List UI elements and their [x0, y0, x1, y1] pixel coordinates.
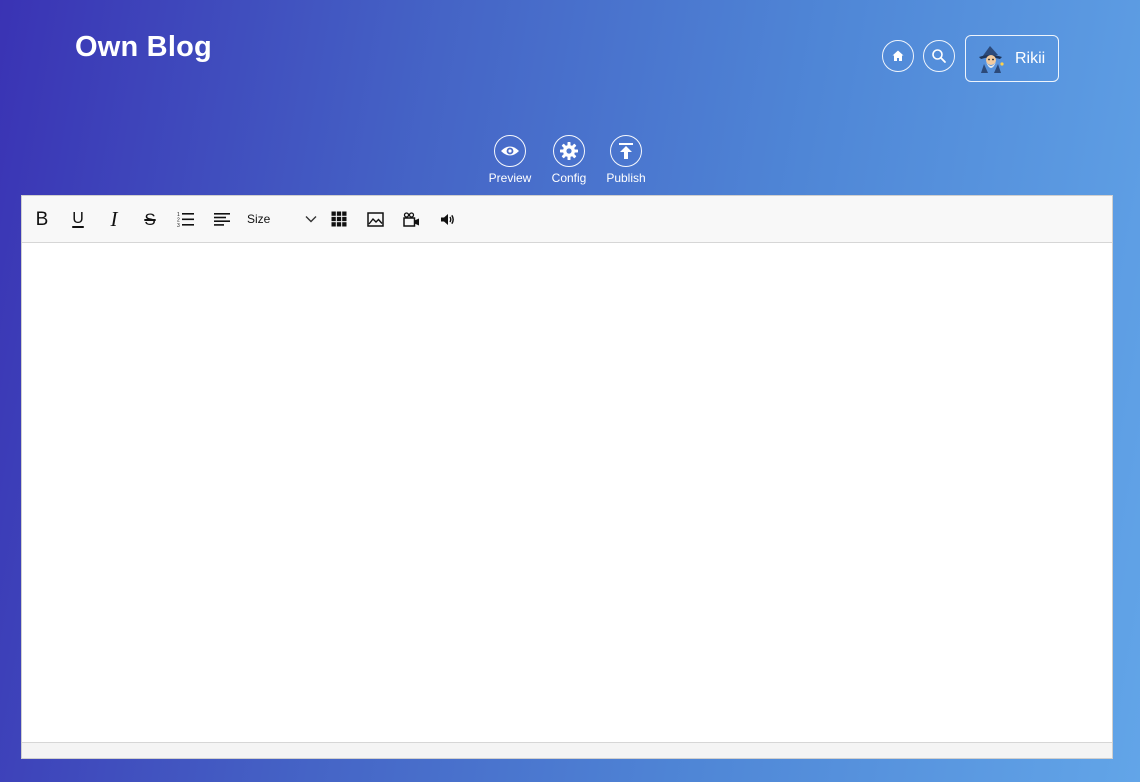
- preview-label: Preview: [488, 171, 532, 185]
- search-button[interactable]: [923, 40, 955, 72]
- underline-icon: U: [72, 210, 84, 227]
- publish-button[interactable]: Publish: [604, 135, 648, 185]
- ordered-list-button[interactable]: 1 2 3: [174, 207, 198, 231]
- wizard-avatar-icon: [979, 45, 1004, 73]
- editor-toolbar: B U I S 1 2 3 Size: [22, 196, 1112, 243]
- font-size-select[interactable]: Size: [247, 207, 317, 231]
- image-icon: [366, 211, 384, 227]
- video-icon: [402, 211, 419, 227]
- bold-button[interactable]: B: [30, 207, 54, 231]
- align-left-button[interactable]: [210, 207, 234, 231]
- editor-statusbar: [22, 742, 1112, 758]
- home-icon: [892, 50, 904, 61]
- gear-icon: [560, 142, 578, 160]
- publish-icon-ring: [610, 135, 642, 167]
- preview-icon-ring: [494, 135, 526, 167]
- publish-label: Publish: [606, 171, 646, 185]
- config-label: Config: [551, 171, 587, 185]
- font-size-value: Size: [247, 212, 271, 226]
- italic-button[interactable]: I: [102, 207, 126, 231]
- insert-video-button[interactable]: [399, 207, 423, 231]
- user-menu-button[interactable]: Rikii: [965, 35, 1059, 82]
- rich-text-editor: B U I S 1 2 3 Size: [21, 195, 1113, 759]
- strikethrough-button[interactable]: S: [138, 207, 162, 231]
- align-left-icon: [214, 213, 230, 226]
- insert-image-button[interactable]: [363, 207, 387, 231]
- search-icon: [932, 49, 946, 63]
- table-button[interactable]: [327, 207, 351, 231]
- table-icon: [331, 211, 347, 227]
- site-title[interactable]: Own Blog: [75, 31, 212, 64]
- eye-icon: [501, 146, 519, 156]
- chevron-down-icon: [305, 216, 317, 223]
- config-button[interactable]: Config: [548, 135, 590, 185]
- ordered-list-icon: 1 2 3: [177, 212, 194, 227]
- username: Rikii: [1015, 49, 1046, 67]
- config-icon-ring: [553, 135, 585, 167]
- home-button[interactable]: [882, 40, 914, 72]
- bold-icon: B: [35, 208, 49, 230]
- insert-audio-button[interactable]: [435, 207, 459, 231]
- svg-text:3: 3: [177, 223, 180, 227]
- underline-button[interactable]: U: [66, 207, 90, 231]
- upload-icon: [619, 143, 633, 159]
- italic-icon: I: [110, 206, 118, 231]
- audio-icon: [440, 213, 454, 225]
- editor-content-area[interactable]: [22, 243, 1112, 743]
- strikethrough-icon: S: [144, 209, 156, 229]
- preview-button[interactable]: Preview: [488, 135, 532, 185]
